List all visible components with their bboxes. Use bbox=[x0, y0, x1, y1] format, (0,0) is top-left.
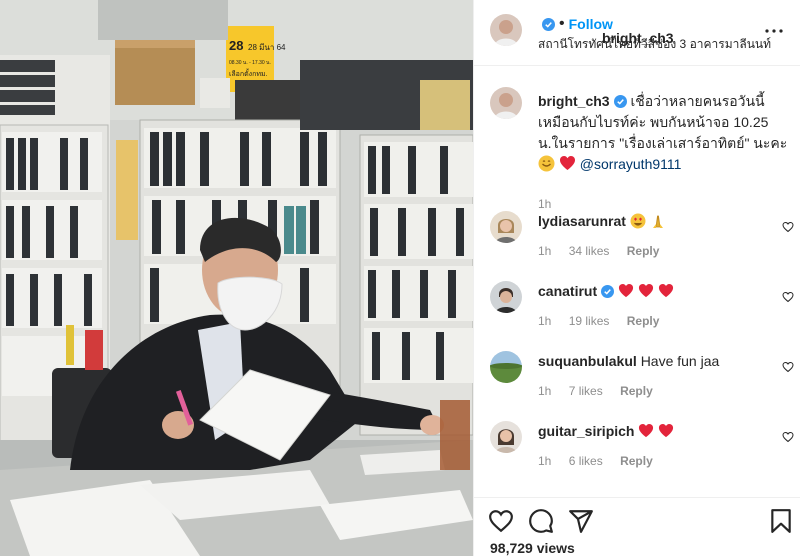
header-name-row: bright_ch3 • Follow bbox=[538, 15, 674, 46]
comment-time[interactable]: 1h bbox=[538, 384, 551, 398]
svg-text:28: 28 bbox=[229, 38, 243, 53]
avatar-image bbox=[490, 421, 522, 453]
caption-mention-link[interactable]: @sorrayuth9111 bbox=[580, 156, 682, 172]
avatar-image bbox=[490, 281, 522, 313]
comment-time[interactable]: 1h bbox=[538, 244, 551, 258]
comment-item: guitar_siripich 1h 6 likes Reply bbox=[490, 417, 794, 477]
comment-reply-button[interactable]: Reply bbox=[627, 314, 660, 328]
commenter-username[interactable]: suquanbulakul bbox=[538, 353, 637, 369]
red-heart-emoji-icon bbox=[618, 283, 634, 298]
heart-icon[interactable] bbox=[782, 221, 794, 233]
comment-item: lydiasarunrat 1h 34 likes Reply bbox=[490, 207, 794, 267]
avatar-image bbox=[490, 351, 522, 383]
verified-badge-icon bbox=[601, 285, 615, 298]
commenter-avatar[interactable] bbox=[490, 421, 522, 453]
comment-meta: 1h 7 likes Reply bbox=[538, 384, 667, 398]
comment-line: suquanbulakul Have fun jaa bbox=[538, 353, 719, 369]
separator-dot: • bbox=[559, 15, 565, 32]
post-actions-bar bbox=[474, 497, 800, 537]
comment-icon[interactable] bbox=[528, 508, 554, 534]
comment-text: Have fun jaa bbox=[640, 353, 720, 369]
bookmark-icon[interactable] bbox=[768, 508, 794, 534]
post-location[interactable]: สถานีโทรทัศน์ไทยทีวีสีช่อง 3 อาคารมาลีนน… bbox=[538, 35, 771, 54]
comment-likes[interactable]: 19 likes bbox=[569, 314, 610, 328]
comment-line: lydiasarunrat bbox=[538, 213, 666, 229]
comment-meta: 1h 34 likes Reply bbox=[538, 244, 673, 258]
caption-avatar[interactable] bbox=[490, 87, 522, 119]
comment-reply-button[interactable]: Reply bbox=[627, 244, 660, 258]
author-avatar[interactable] bbox=[490, 14, 522, 46]
verified-badge-icon bbox=[542, 17, 555, 31]
photo-sign-line2: 08.30 น. - 17.30 น. bbox=[229, 60, 271, 66]
comment-likes[interactable]: 6 likes bbox=[569, 454, 603, 468]
commenter-username[interactable]: guitar_siripich bbox=[538, 423, 634, 439]
comment-item: canatirut 1h 19 likes Reply bbox=[490, 277, 794, 337]
folded-hands-emoji-icon bbox=[652, 215, 663, 228]
heart-icon[interactable] bbox=[782, 361, 794, 373]
like-heart-icon[interactable] bbox=[488, 508, 514, 534]
commenter-username[interactable]: lydiasarunrat bbox=[538, 213, 626, 229]
post-header: bright_ch3 • Follow สถานีโทรทัศน์ไทยทีวี… bbox=[474, 0, 800, 66]
post-photo[interactable]: 28 28 มีนา 64 08.30 น. - 17.30 น. เลือกต… bbox=[0, 0, 473, 556]
comment-line: canatirut bbox=[538, 283, 674, 299]
red-heart-emoji-icon bbox=[659, 423, 674, 438]
comment-likes[interactable]: 7 likes bbox=[569, 384, 603, 398]
heart-icon[interactable] bbox=[782, 291, 794, 303]
red-heart-emoji-icon bbox=[559, 156, 575, 170]
red-heart-emoji-icon bbox=[658, 283, 673, 298]
avatar-image bbox=[490, 14, 522, 46]
caption-username[interactable]: bright_ch3 bbox=[538, 93, 610, 109]
office-scene-image: 28 28 มีนา 64 08.30 น. - 17.30 น. เลือกต… bbox=[0, 0, 473, 556]
share-icon[interactable] bbox=[568, 508, 594, 534]
comment-time[interactable]: 1h bbox=[538, 314, 551, 328]
avatar-image bbox=[490, 211, 522, 243]
verified-badge-icon bbox=[613, 95, 627, 108]
comment-item: suquanbulakul Have fun jaa 1h 7 likes Re… bbox=[490, 347, 794, 407]
more-options-icon[interactable] bbox=[762, 19, 786, 43]
red-heart-emoji-icon bbox=[639, 423, 654, 438]
heart-icon[interactable] bbox=[782, 431, 794, 443]
smiling-face-emoji-icon bbox=[538, 155, 555, 172]
comment-reply-button[interactable]: Reply bbox=[620, 384, 653, 398]
commenter-avatar[interactable] bbox=[490, 351, 522, 383]
commenter-avatar[interactable] bbox=[490, 281, 522, 313]
red-heart-emoji-icon bbox=[638, 283, 653, 298]
view-count[interactable]: 98,729 views bbox=[490, 540, 575, 556]
comment-line: guitar_siripich bbox=[538, 423, 674, 439]
comments-section[interactable]: bright_ch3 เชื่อว่าหลายคนรอวันนี้เหมือนก… bbox=[474, 67, 800, 497]
heart-eyes-emoji-icon bbox=[630, 213, 646, 229]
photo-sign-line1: 28 มีนา 64 bbox=[248, 43, 286, 52]
post-side-panel: bright_ch3 • Follow สถานีโทรทัศน์ไทยทีวี… bbox=[473, 0, 800, 556]
comment-likes[interactable]: 34 likes bbox=[569, 244, 610, 258]
comment-meta: 1h 6 likes Reply bbox=[538, 454, 667, 468]
comment-meta: 1h 19 likes Reply bbox=[538, 314, 673, 328]
comment-reply-button[interactable]: Reply bbox=[620, 454, 653, 468]
commenter-avatar[interactable] bbox=[490, 211, 522, 243]
avatar-image bbox=[490, 87, 522, 119]
caption-text-block: bright_ch3 เชื่อว่าหลายคนรอวันนี้เหมือนก… bbox=[538, 91, 788, 175]
comment-time[interactable]: 1h bbox=[538, 454, 551, 468]
commenter-username[interactable]: canatirut bbox=[538, 283, 597, 299]
